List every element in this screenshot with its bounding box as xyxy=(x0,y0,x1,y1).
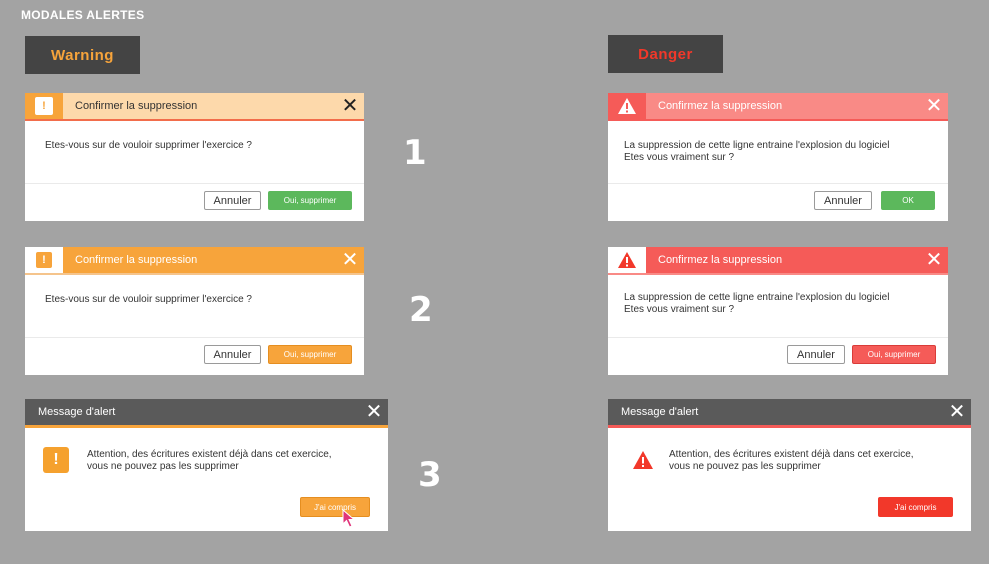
modal-header: Confirmez la suppression ✕ xyxy=(608,93,948,121)
modal-header: ! Confirmer la suppression ✕ xyxy=(25,93,364,121)
warning-variant-label: Warning xyxy=(25,36,140,74)
modal-title: Message d'alert xyxy=(38,406,116,418)
message-line-1: Attention, des écritures existent déjà d… xyxy=(87,449,332,460)
mouse-cursor-icon xyxy=(342,509,356,528)
header-icon-box: ! xyxy=(25,93,63,119)
warning-triangle-icon xyxy=(618,252,636,268)
step-number-1: 1 xyxy=(403,133,427,173)
modal-message: Etes-vous sur de vouloir supprimer l'exe… xyxy=(45,294,252,305)
cancel-button[interactable]: Annuler xyxy=(204,191,261,210)
modal-message: Etes-vous sur de vouloir supprimer l'exe… xyxy=(45,140,252,151)
modal-message: Attention, des écritures existent déjà d… xyxy=(669,449,914,473)
cancel-button[interactable]: Annuler xyxy=(204,345,261,364)
danger-confirm-modal-1: Confirmez la suppression ✕ La suppressio… xyxy=(608,93,948,221)
modal-header: ! Confirmer la suppression ✕ xyxy=(25,247,364,275)
message-line-1: La suppression de cette ligne entraine l… xyxy=(624,140,890,151)
cancel-button[interactable]: Annuler xyxy=(814,191,872,210)
message-line-1: La suppression de cette ligne entraine l… xyxy=(624,292,890,303)
confirm-delete-button[interactable]: Oui, supprimer xyxy=(268,191,352,210)
modal-title: Confirmez la suppression xyxy=(658,100,783,112)
modal-title: Confirmer la suppression xyxy=(75,254,198,266)
divider xyxy=(608,183,948,184)
acknowledge-button[interactable]: J'ai compris xyxy=(300,497,370,517)
header-icon-box: ! xyxy=(25,247,63,273)
close-icon[interactable]: ✕ xyxy=(920,246,948,274)
message-line-2: vous ne pouvez pas les supprimer xyxy=(87,461,239,472)
modal-title: Message d'alert xyxy=(621,406,699,418)
danger-alert-modal-3: Message d'alert ✕ Attention, des écritur… xyxy=(608,399,971,531)
modal-header: Message d'alert ✕ xyxy=(608,399,971,428)
close-icon[interactable]: ✕ xyxy=(336,92,364,120)
divider xyxy=(25,183,364,184)
close-icon[interactable]: ✕ xyxy=(336,246,364,274)
modal-message: La suppression de cette ligne entraine l… xyxy=(624,292,889,316)
header-icon-box xyxy=(608,93,646,119)
exclamation-icon: ! xyxy=(35,97,53,115)
header-icon-box xyxy=(608,247,646,273)
modal-header: Message d'alert ✕ xyxy=(25,399,388,428)
ok-button[interactable]: OK xyxy=(881,191,935,210)
close-icon[interactable]: ✕ xyxy=(360,398,388,426)
danger-variant-label: Danger xyxy=(608,35,723,73)
modal-message: La suppression de cette ligne entraine l… xyxy=(624,140,889,164)
divider xyxy=(608,337,948,338)
confirm-delete-button[interactable]: Oui, supprimer xyxy=(852,345,936,364)
modal-message: Attention, des écritures existent déjà d… xyxy=(87,449,332,473)
modal-title: Confirmer la suppression xyxy=(75,100,198,112)
cancel-button[interactable]: Annuler xyxy=(787,345,845,364)
exclamation-icon: ! xyxy=(43,447,69,473)
warning-confirm-modal-2: ! Confirmer la suppression ✕ Etes-vous s… xyxy=(25,247,364,375)
step-number-2: 2 xyxy=(409,290,433,330)
acknowledge-button[interactable]: J'ai compris xyxy=(878,497,953,517)
step-number-3: 3 xyxy=(418,455,442,495)
danger-confirm-modal-2: Confirmez la suppression ✕ La suppressio… xyxy=(608,247,948,375)
message-line-2: Etes vous vraiment sur ? xyxy=(624,304,735,315)
warning-triangle-icon xyxy=(633,451,653,469)
warning-triangle-icon xyxy=(618,98,636,114)
modal-header: Confirmez la suppression ✕ xyxy=(608,247,948,275)
exclamation-icon: ! xyxy=(36,252,52,268)
confirm-delete-button[interactable]: Oui, supprimer xyxy=(268,345,352,364)
message-line-1: Attention, des écritures existent déjà d… xyxy=(669,449,914,460)
warning-confirm-modal-1: ! Confirmer la suppression ✕ Etes-vous s… xyxy=(25,93,364,221)
close-icon[interactable]: ✕ xyxy=(943,398,971,426)
divider xyxy=(25,337,364,338)
message-line-2: Etes vous vraiment sur ? xyxy=(624,152,735,163)
message-line-2: vous ne pouvez pas les supprimer xyxy=(669,461,821,472)
page-title: MODALES ALERTES xyxy=(21,8,145,22)
close-icon[interactable]: ✕ xyxy=(920,92,948,120)
warning-alert-modal-3: Message d'alert ✕ ! Attention, des écrit… xyxy=(25,399,388,531)
modal-title: Confirmez la suppression xyxy=(658,254,783,266)
